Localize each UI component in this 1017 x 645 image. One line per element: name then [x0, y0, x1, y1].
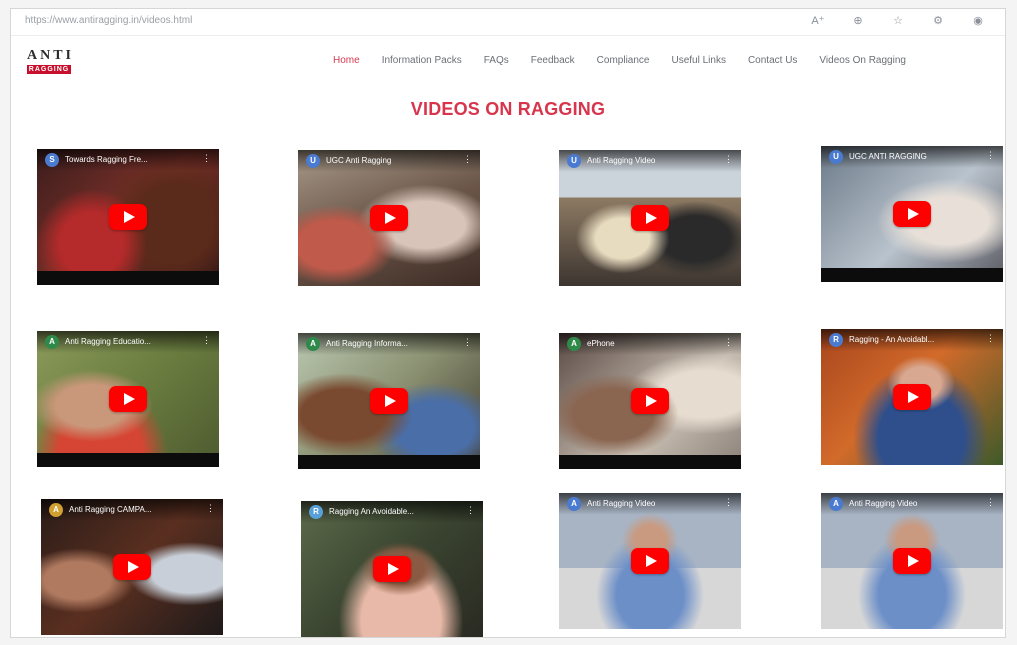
- video-title[interactable]: Anti Ragging CAMPA...: [69, 505, 199, 514]
- video-card[interactable]: A Anti Ragging Video ⋮: [821, 493, 1003, 629]
- nav-faqs[interactable]: FAQs: [484, 55, 509, 66]
- play-button[interactable]: [373, 556, 411, 582]
- channel-icon: A: [49, 503, 63, 517]
- more-icon[interactable]: ⋮: [463, 154, 472, 165]
- video-bottom-bar: [37, 271, 219, 285]
- video-header: A ePhone ⋮: [559, 333, 741, 355]
- video-title[interactable]: Anti Ragging Video: [849, 499, 979, 508]
- video-card[interactable]: A Anti Ragging Video ⋮: [559, 493, 741, 629]
- channel-icon: A: [567, 337, 581, 351]
- channel-icon: S: [45, 153, 59, 167]
- video-card[interactable]: R Ragging An Avoidable... ⋮: [301, 501, 483, 637]
- more-icon[interactable]: ⋮: [986, 497, 995, 508]
- video-card[interactable]: R Ragging - An Avoidabl... ⋮: [821, 329, 1003, 465]
- channel-icon: R: [829, 333, 843, 347]
- more-icon[interactable]: ⋮: [206, 503, 215, 514]
- video-title[interactable]: UGC ANTI RAGGING: [849, 152, 979, 161]
- more-icon[interactable]: ⋮: [202, 153, 211, 164]
- profile-icon[interactable]: ◉: [971, 14, 985, 28]
- channel-icon: U: [306, 154, 320, 168]
- channel-icon: U: [829, 150, 843, 164]
- channel-icon: R: [309, 505, 323, 519]
- video-title[interactable]: Ragging - An Avoidabl...: [849, 335, 979, 344]
- extensions-icon[interactable]: ⚙: [931, 14, 945, 28]
- browser-window: https://www.antiragging.in/videos.html A…: [10, 8, 1006, 638]
- logo-sub: RAGGING: [27, 65, 71, 74]
- play-button[interactable]: [109, 204, 147, 230]
- play-button[interactable]: [370, 388, 408, 414]
- video-header: S Towards Ragging Fre... ⋮: [37, 149, 219, 171]
- video-card[interactable]: U UGC Anti Ragging ⋮: [298, 150, 480, 286]
- more-icon[interactable]: ⋮: [466, 505, 475, 516]
- main-nav: Home Information Packs FAQs Feedback Com…: [333, 55, 928, 66]
- video-header: A Anti Ragging Educatio... ⋮: [37, 331, 219, 353]
- more-icon[interactable]: ⋮: [986, 150, 995, 161]
- nav-information-packs[interactable]: Information Packs: [382, 55, 462, 66]
- url-field[interactable]: https://www.antiragging.in/videos.html: [25, 15, 192, 26]
- nav-compliance[interactable]: Compliance: [597, 55, 650, 66]
- reader-icon[interactable]: A⁺: [811, 14, 825, 28]
- nav-videos-on-ragging[interactable]: Videos On Ragging: [819, 55, 906, 66]
- channel-icon: A: [829, 497, 843, 511]
- more-icon[interactable]: ⋮: [463, 337, 472, 348]
- video-title[interactable]: Anti Ragging Video: [587, 156, 717, 165]
- video-card[interactable]: U Anti Ragging Video ⋮: [559, 150, 741, 286]
- video-header: U UGC Anti Ragging ⋮: [298, 150, 480, 172]
- video-header: A Anti Ragging Informa... ⋮: [298, 333, 480, 355]
- nav-useful-links[interactable]: Useful Links: [671, 55, 725, 66]
- more-icon[interactable]: ⋮: [724, 154, 733, 165]
- more-icon[interactable]: ⋮: [986, 333, 995, 344]
- video-title[interactable]: Anti Ragging Video: [587, 499, 717, 508]
- video-bottom-bar: [298, 455, 480, 469]
- play-button[interactable]: [113, 554, 151, 580]
- page-title: VIDEOS ON RAGGING: [410, 99, 606, 119]
- video-title[interactable]: UGC Anti Ragging: [326, 156, 456, 165]
- channel-icon: A: [306, 337, 320, 351]
- video-title[interactable]: Ragging An Avoidable...: [329, 507, 459, 516]
- channel-icon: A: [567, 497, 581, 511]
- video-header: A Anti Ragging Video ⋮: [821, 493, 1003, 515]
- more-icon[interactable]: ⋮: [724, 337, 733, 348]
- video-card[interactable]: A Anti Ragging Educatio... ⋮: [37, 331, 219, 467]
- play-button[interactable]: [893, 384, 931, 410]
- video-title[interactable]: Anti Ragging Informa...: [326, 339, 456, 348]
- more-icon[interactable]: ⋮: [202, 335, 211, 346]
- video-title[interactable]: ePhone: [587, 339, 717, 348]
- channel-icon: A: [45, 335, 59, 349]
- video-header: A Anti Ragging CAMPA... ⋮: [41, 499, 223, 521]
- video-header: R Ragging - An Avoidabl... ⋮: [821, 329, 1003, 351]
- video-header: R Ragging An Avoidable... ⋮: [301, 501, 483, 523]
- video-title[interactable]: Anti Ragging Educatio...: [65, 337, 195, 346]
- play-button[interactable]: [109, 386, 147, 412]
- video-header: U Anti Ragging Video ⋮: [559, 150, 741, 172]
- video-bottom-bar: [37, 453, 219, 467]
- video-bottom-bar: [559, 455, 741, 469]
- play-button[interactable]: [631, 388, 669, 414]
- zoom-icon[interactable]: ⊕: [851, 14, 865, 28]
- play-button[interactable]: [631, 205, 669, 231]
- nav-contact-us[interactable]: Contact Us: [748, 55, 797, 66]
- nav-feedback[interactable]: Feedback: [531, 55, 575, 66]
- video-card[interactable]: A ePhone ⋮: [559, 333, 741, 469]
- video-card[interactable]: U UGC ANTI RAGGING ⋮: [821, 146, 1003, 282]
- video-bottom-bar: [821, 268, 1003, 282]
- play-button[interactable]: [893, 548, 931, 574]
- play-button[interactable]: [370, 205, 408, 231]
- logo-text: ANTI: [27, 48, 75, 63]
- video-title[interactable]: Towards Ragging Fre...: [65, 155, 195, 164]
- channel-icon: U: [567, 154, 581, 168]
- video-header: A Anti Ragging Video ⋮: [559, 493, 741, 515]
- address-bar: https://www.antiragging.in/videos.html A…: [11, 9, 1005, 36]
- video-card[interactable]: A Anti Ragging CAMPA... ⋮: [41, 499, 223, 635]
- play-button[interactable]: [893, 201, 931, 227]
- site-logo[interactable]: ANTI RAGGING: [27, 49, 83, 79]
- play-button[interactable]: [631, 548, 669, 574]
- browser-toolbar: A⁺ ⊕ ☆ ⚙ ◉: [811, 14, 985, 28]
- favorite-icon[interactable]: ☆: [891, 14, 905, 28]
- nav-home[interactable]: Home: [333, 55, 360, 66]
- video-header: U UGC ANTI RAGGING ⋮: [821, 146, 1003, 168]
- more-icon[interactable]: ⋮: [724, 497, 733, 508]
- video-card[interactable]: A Anti Ragging Informa... ⋮: [298, 333, 480, 469]
- video-card[interactable]: S Towards Ragging Fre... ⋮: [37, 149, 219, 285]
